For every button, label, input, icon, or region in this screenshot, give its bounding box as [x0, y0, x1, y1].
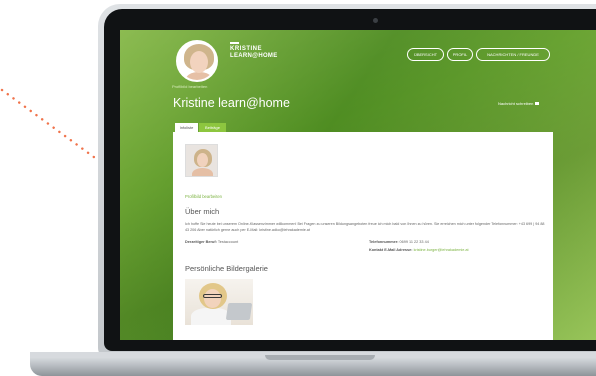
- phone-label: Telefonnummer:: [369, 240, 399, 244]
- phone-value: 0699 11 22 33 44: [399, 240, 429, 244]
- camera-icon: [373, 18, 378, 23]
- profile-panel: Profilbild bearbeiten Über mich Ich hoff…: [173, 132, 553, 340]
- logo-line1: KRISTINE: [230, 46, 263, 52]
- write-message-link[interactable]: Nachricht schreiben: [498, 101, 540, 106]
- laptop-notch: [265, 355, 375, 360]
- job-label: Derzeitiger Beruf:: [185, 240, 217, 244]
- tab-posts[interactable]: Beiträge: [199, 123, 226, 132]
- page-title: Kristine learn@home: [173, 96, 290, 110]
- tab-infolist[interactable]: Infoliste: [175, 123, 198, 132]
- phone-info: Telefonnummer: 0699 11 22 33 44: [369, 240, 429, 244]
- profile-photo: [185, 144, 218, 177]
- job-value: Testaccount: [217, 240, 239, 244]
- avatar[interactable]: [176, 40, 218, 82]
- gallery-heading: Persönliche Bildergalerie: [185, 264, 268, 273]
- avatar-edit-link[interactable]: Profilbild bearbeiten: [172, 84, 207, 89]
- laptop-base: [30, 352, 596, 376]
- about-text: Ich hoffe Sie heute bei unserem Online-K…: [185, 222, 545, 232]
- profile-photo-edit-link[interactable]: Profilbild bearbeiten: [185, 194, 222, 199]
- contact-label: Kontakt E-Mail Adresse:: [369, 248, 413, 252]
- gallery-image[interactable]: [185, 279, 253, 325]
- envelope-icon: [535, 102, 540, 106]
- write-message-label: Nachricht schreiben: [498, 101, 534, 106]
- browser-screen: Profilbild bearbeiten KRISTINE LEARN@HOM…: [120, 30, 596, 340]
- job-info: Derzeitiger Beruf: Testaccount: [185, 240, 238, 244]
- about-heading: Über mich: [185, 207, 220, 216]
- contact-info: Kontakt E-Mail Adresse: kristine.burger@…: [369, 248, 469, 252]
- nav-overview-button[interactable]: ÜBERSICHT: [407, 48, 444, 61]
- contact-email-link[interactable]: kristine.burger@lehrakademie.at: [414, 248, 469, 252]
- site-logo[interactable]: KRISTINE LEARN@HOME: [230, 42, 278, 60]
- logo-line2: LEARN@HOME: [230, 53, 278, 59]
- nav-messages-friends-button[interactable]: NACHRICHTEN / FREUNDE: [476, 48, 550, 61]
- nav-profile-button[interactable]: PROFIL: [447, 48, 473, 61]
